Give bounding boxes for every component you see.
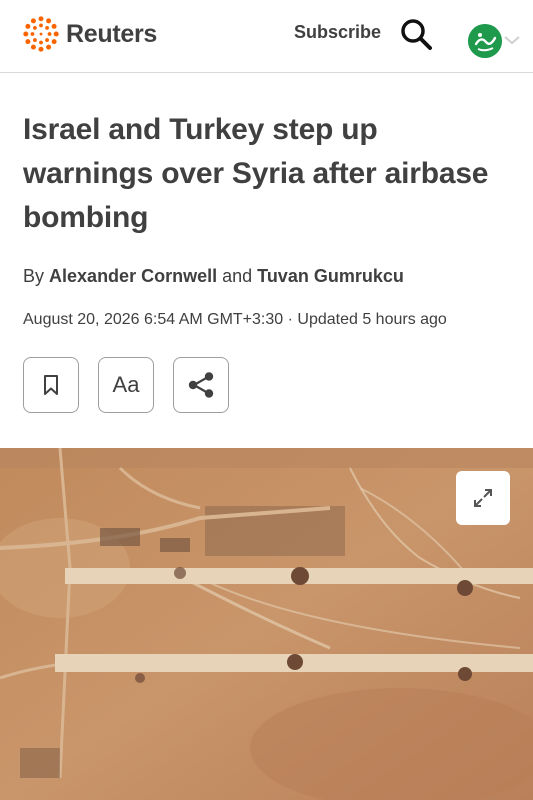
- brand-name: Reuters: [66, 19, 157, 48]
- expand-image-button[interactable]: [456, 471, 510, 525]
- chevron-down-icon[interactable]: [502, 30, 522, 50]
- subscribe-button[interactable]: Subscribe: [294, 22, 381, 43]
- avatar-logo-icon: [468, 24, 502, 58]
- avatar[interactable]: [468, 24, 502, 58]
- byline-prefix: By: [23, 266, 45, 286]
- bookmark-button[interactable]: [23, 357, 79, 413]
- reuters-logo-icon: [23, 16, 59, 52]
- article-headline: Israel and Turkey step up warnings over …: [23, 113, 489, 234]
- satellite-image-airbase: [0, 448, 533, 800]
- byline-conjunction: and: [222, 266, 253, 286]
- site-header: Reuters Subscribe: [0, 0, 533, 73]
- bookmark-icon: [44, 375, 58, 395]
- share-button[interactable]: [173, 357, 229, 413]
- airbase-satellite-image: [0, 448, 533, 800]
- author-link[interactable]: Alexander Cornwell: [49, 266, 217, 286]
- expand-icon: [474, 489, 492, 507]
- share-icon: [188, 372, 214, 398]
- text-size-label: Aa: [112, 372, 140, 397]
- search-icon[interactable]: [399, 17, 433, 51]
- text-size-button[interactable]: Aa: [98, 357, 154, 413]
- byline: By Alexander Cornwell and Tuvan Gumrukcu: [23, 266, 404, 287]
- article-dateline: August 20, 2026 6:54 AM GMT+3:30 · Updat…: [23, 311, 447, 328]
- author-link[interactable]: Tuvan Gumrukcu: [257, 266, 404, 286]
- reuters-logo[interactable]: Reuters: [22, 14, 157, 54]
